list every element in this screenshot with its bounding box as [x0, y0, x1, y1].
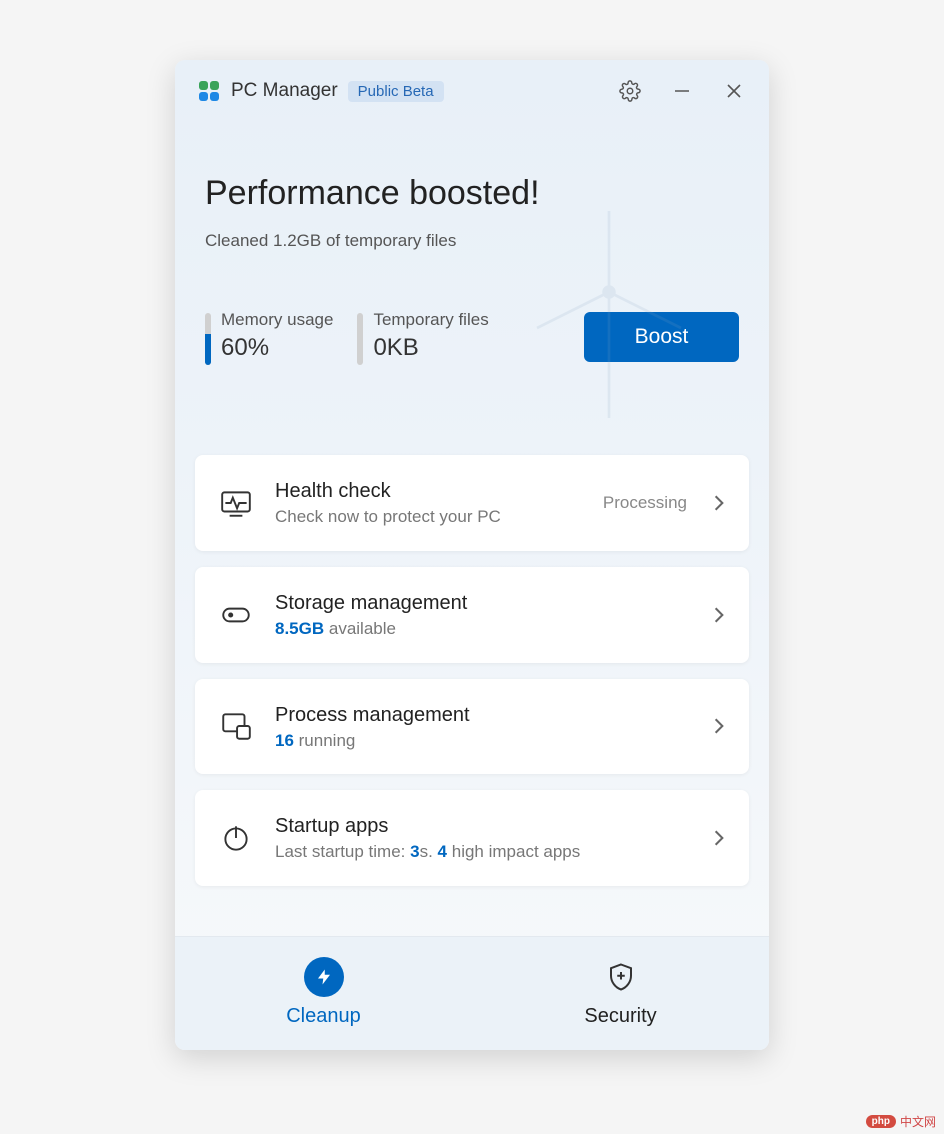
beta-badge: Public Beta	[348, 81, 444, 102]
watermark: php 中文网	[866, 1113, 936, 1130]
stats-row: Memory usage 60% Temporary files 0KB Boo…	[175, 251, 769, 395]
process-value: 16	[275, 731, 294, 750]
health-check-subtitle: Check now to protect your PC	[275, 505, 581, 529]
health-check-icon	[219, 486, 253, 520]
memory-label: Memory usage	[221, 309, 333, 332]
minimize-icon	[673, 82, 691, 100]
memory-value: 60%	[221, 332, 333, 364]
app-window: PC Manager Public Beta Performance boost…	[175, 60, 769, 1050]
startup-subtitle: Last startup time: 3s. 4 high impact app…	[275, 840, 691, 864]
process-title: Process management	[275, 701, 691, 729]
storage-value: 8.5GB	[275, 619, 324, 638]
power-icon	[219, 821, 253, 855]
startup-time: 3	[410, 842, 419, 861]
cleanup-icon-circle	[304, 957, 344, 997]
gear-icon	[619, 80, 641, 102]
app-title: PC Manager	[231, 80, 338, 102]
startup-impact: 4	[438, 842, 447, 861]
startup-title: Startup apps	[275, 812, 691, 840]
memory-stat: Memory usage 60%	[205, 309, 333, 365]
tab-cleanup[interactable]: Cleanup	[175, 937, 472, 1050]
storage-subtitle: 8.5GB available	[275, 617, 691, 641]
chevron-right-icon	[713, 494, 725, 512]
health-check-title: Health check	[275, 477, 581, 505]
temp-bar	[357, 313, 363, 365]
bottom-nav: Cleanup Security	[175, 936, 769, 1050]
settings-button[interactable]	[617, 78, 643, 104]
app-logo-icon	[197, 79, 221, 103]
shield-icon	[606, 962, 636, 992]
startup-card[interactable]: Startup apps Last startup time: 3s. 4 hi…	[195, 790, 749, 886]
memory-bar	[205, 313, 211, 365]
close-icon	[725, 82, 743, 100]
boost-button[interactable]: Boost	[584, 312, 739, 362]
storage-icon	[219, 598, 253, 632]
hero-title: Performance boosted!	[205, 174, 739, 213]
tab-security-label: Security	[584, 1005, 656, 1028]
minimize-button[interactable]	[669, 78, 695, 104]
hero-section: Performance boosted! Cleaned 1.2GB of te…	[175, 114, 769, 251]
process-subtitle: 16 running	[275, 729, 691, 753]
titlebar-controls	[617, 78, 747, 104]
storage-card[interactable]: Storage management 8.5GB available	[195, 567, 749, 663]
tab-security[interactable]: Security	[472, 937, 769, 1050]
process-icon	[219, 709, 253, 743]
temp-files-stat: Temporary files 0KB	[357, 309, 488, 365]
chevron-right-icon	[713, 606, 725, 624]
titlebar: PC Manager Public Beta	[175, 60, 769, 114]
security-icon-wrap	[601, 957, 641, 997]
temp-label: Temporary files	[373, 309, 488, 332]
chevron-right-icon	[713, 717, 725, 735]
watermark-text: 中文网	[900, 1113, 936, 1130]
tab-cleanup-label: Cleanup	[286, 1005, 361, 1028]
health-check-card[interactable]: Health check Check now to protect your P…	[195, 455, 749, 551]
health-check-status: Processing	[603, 493, 687, 513]
cards-list: Health check Check now to protect your P…	[175, 395, 769, 886]
close-button[interactable]	[721, 78, 747, 104]
watermark-badge: php	[866, 1115, 896, 1128]
storage-title: Storage management	[275, 589, 691, 617]
temp-value: 0KB	[373, 332, 488, 364]
chevron-right-icon	[713, 829, 725, 847]
process-card[interactable]: Process management 16 running	[195, 679, 749, 775]
bolt-icon	[315, 968, 333, 986]
hero-subtitle: Cleaned 1.2GB of temporary files	[205, 231, 739, 251]
